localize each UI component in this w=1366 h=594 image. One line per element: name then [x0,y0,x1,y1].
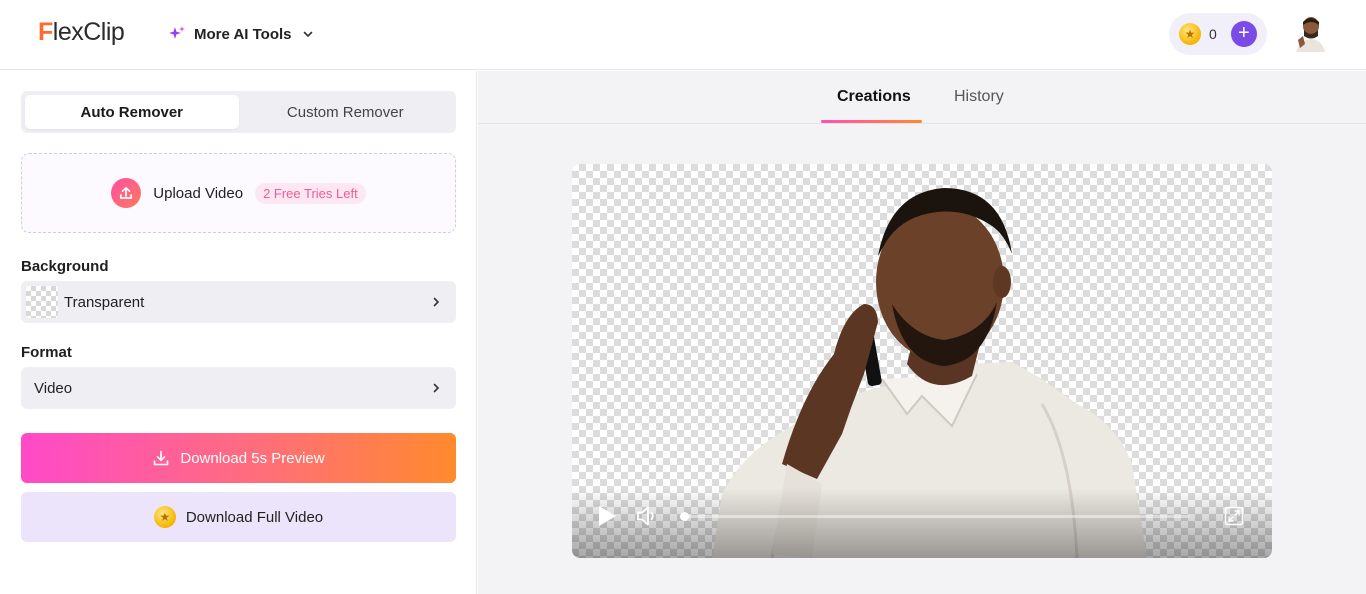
format-section-label: Format [21,344,72,361]
fullscreen-icon[interactable] [1224,506,1244,526]
logo-letter: F [38,17,53,46]
background-select[interactable]: Transparent [21,281,456,323]
download-icon [154,450,169,466]
upload-video-label: Upload Video [153,184,244,202]
coin-icon: ★ [1179,23,1201,45]
plus-icon: + [1237,22,1250,44]
progress-track[interactable] [684,515,1189,518]
sparkle-icon [169,26,185,39]
format-value: Video [34,379,73,397]
upload-video-dropzone[interactable]: Upload Video 2 Free Tries Left [21,153,456,233]
avatar[interactable] [1292,14,1326,52]
play-icon[interactable] [596,504,618,528]
credits-count: 0 [1209,26,1217,42]
remover-mode-switch: Auto Remover Custom Remover [21,91,456,133]
progress-knob[interactable] [680,512,689,521]
volume-icon[interactable] [636,505,660,527]
download-preview-button[interactable]: Download 5s Preview [21,433,456,483]
format-select[interactable]: Video [21,367,456,409]
transparent-swatch [26,286,58,318]
settings-panel: Auto Remover Custom Remover Upload Video… [0,71,477,594]
flexclip-logo[interactable]: FlexClip [38,16,125,48]
tab-history[interactable]: History [954,88,1004,106]
creations-panel: Creations History [478,71,1366,594]
more-ai-tools-menu[interactable]: More AI Tools [168,22,314,46]
background-section-label: Background [21,258,109,275]
download-full-video-button[interactable]: ★ Download Full Video [21,492,456,542]
tab-custom-remover[interactable]: Custom Remover [239,95,453,129]
add-credits-button[interactable]: + [1230,21,1257,47]
video-player[interactable] [572,164,1272,558]
download-preview-label: Download 5s Preview [180,449,325,467]
chevron-right-icon [433,383,440,393]
credits-widget: ★ 0 + [1169,13,1267,55]
logo-text: lexClip [52,17,125,46]
controls-overlay [572,488,1272,558]
more-ai-tools-label: More AI Tools [194,25,292,43]
result-tabs: Creations History [478,71,1366,124]
tab-creations[interactable]: Creations [837,88,911,106]
background-value: Transparent [64,293,145,311]
chevron-right-icon [433,297,440,307]
coin-icon: ★ [153,506,176,528]
free-tries-badge: 2 Free Tries Left [255,182,366,204]
tab-auto-remover[interactable]: Auto Remover [25,95,239,129]
upload-icon [111,178,142,208]
download-full-label: Download Full Video [185,508,324,526]
active-tab-indicator [821,120,922,123]
chevron-down-icon [303,31,312,38]
top-header: FlexClip More AI Tools ★ 0 + [0,0,1366,70]
